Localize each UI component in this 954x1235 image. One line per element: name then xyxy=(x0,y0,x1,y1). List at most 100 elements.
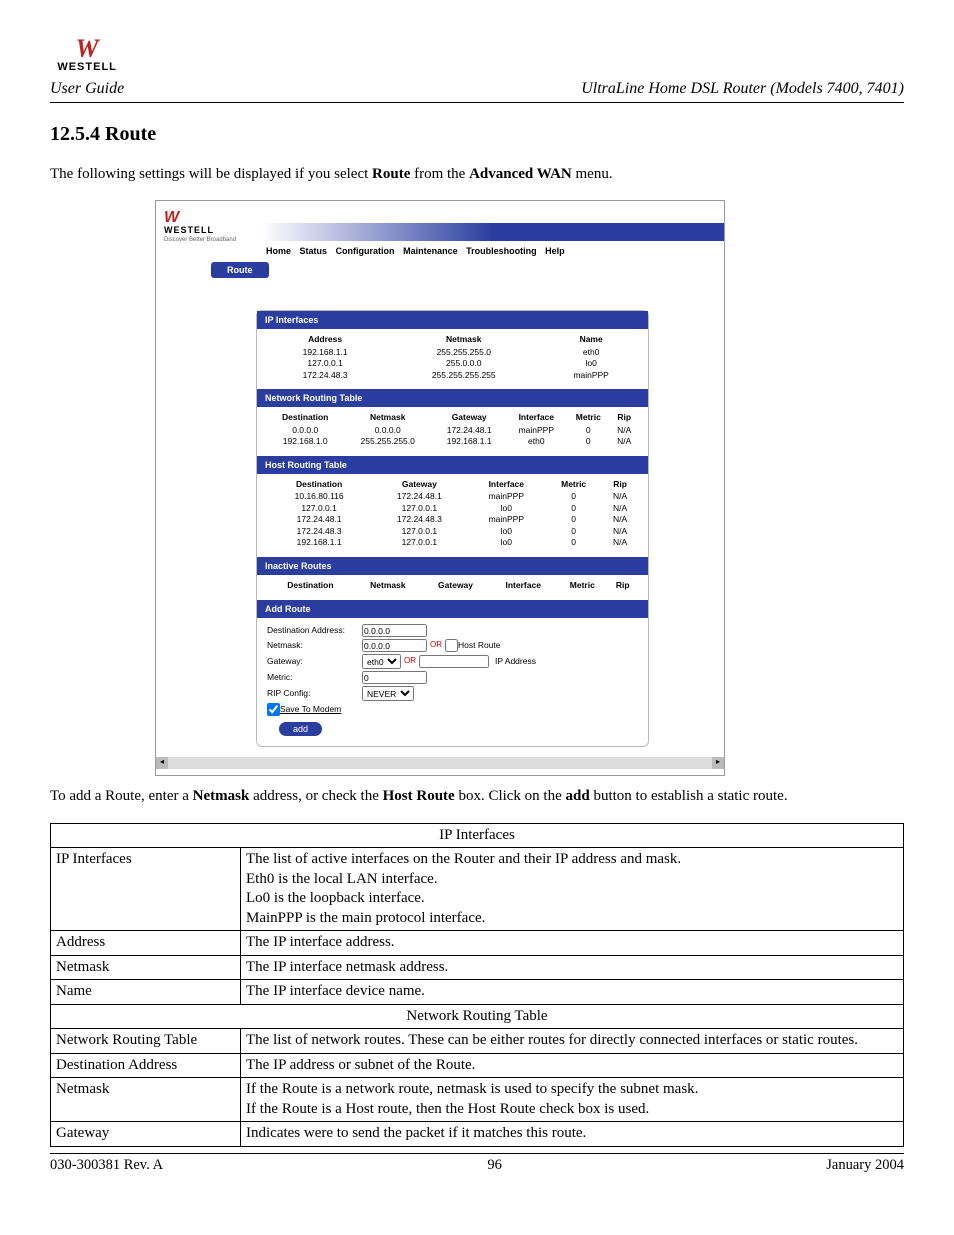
table-row: 192.168.1.0255.255.255.0192.168.1.1eth00… xyxy=(267,436,638,447)
ss-logo-swoosh-icon: W xyxy=(164,212,236,223)
ss-tab-route[interactable]: Route xyxy=(211,262,269,278)
after-paragraph: To add a Route, enter a Netmask address,… xyxy=(50,786,904,806)
table-row: 127.0.0.1255.0.0.0lo0 xyxy=(267,358,638,369)
ss-logo-brand: WESTELL xyxy=(164,224,236,236)
table-row: 127.0.0.1127.0.0.1lo00N/A xyxy=(267,503,638,514)
rip-select[interactable]: NEVER xyxy=(362,686,414,701)
footer-right: January 2004 xyxy=(826,1156,904,1176)
ipaddress-input[interactable] xyxy=(419,655,489,668)
nrt-header: Network Routing Table xyxy=(257,389,648,407)
intro-bold-menu: Advanced WAN xyxy=(469,166,572,182)
ip-interfaces-table: Address Netmask Name 192.168.1.1255.255.… xyxy=(267,333,638,381)
add-route-body: Destination Address: Netmask: OR Host Ro… xyxy=(257,618,648,746)
ip-interfaces-body: Address Netmask Name 192.168.1.1255.255.… xyxy=(257,329,648,389)
ss-panel: IP Interfaces Address Netmask Name 192.1… xyxy=(256,310,649,747)
table-row: 172.24.48.3127.0.0.1lo00N/A xyxy=(267,526,638,537)
netmask-label: Netmask: xyxy=(267,640,362,651)
hrt-table: DestinationGatewayInterfaceMetricRip 10.… xyxy=(267,478,638,549)
page-footer: 030-300381 Rev. A 96 January 2004 xyxy=(50,1153,904,1176)
logo-brand: WESTELL xyxy=(57,60,117,75)
after-post: button to establish a static route. xyxy=(590,788,788,804)
ss-nav: Home Status Configuration Maintenance Tr… xyxy=(266,245,571,257)
nav-maintenance[interactable]: Maintenance xyxy=(403,246,458,256)
after-b2: Host Route xyxy=(383,788,455,804)
table-row: 192.168.1.1255.255.255.0eth0 xyxy=(267,347,638,358)
after-mid2: box. Click on the xyxy=(455,788,566,804)
ss-scrollbar[interactable]: ◂ ▸ xyxy=(156,757,724,769)
page-header: W WESTELL User Guide UltraLine Home DSL … xyxy=(50,40,904,103)
intro-bold-route: Route xyxy=(372,166,410,182)
desc-h2: Network Routing Table xyxy=(51,1004,904,1029)
table-row: NetmaskThe IP interface netmask address. xyxy=(51,955,904,980)
netmask-input[interactable] xyxy=(362,639,427,652)
nrt-body: DestinationNetmaskGatewayInterfaceMetric… xyxy=(257,407,648,455)
add-button[interactable]: add xyxy=(279,722,322,736)
dest-input[interactable] xyxy=(362,624,427,637)
table-row: 192.168.1.1127.0.0.1lo00N/A xyxy=(267,537,638,548)
ss-logo-tagline: Discover Better Broadband xyxy=(164,236,236,244)
metric-input[interactable] xyxy=(362,671,427,684)
gateway-label: Gateway: xyxy=(267,656,362,667)
table-row: 172.24.48.3255.255.255.255mainPPP xyxy=(267,370,638,381)
or-label-1: OR xyxy=(430,640,442,651)
inactive-body: DestinationNetmaskGatewayInterfaceMetric… xyxy=(257,575,648,600)
or-label-2: OR xyxy=(404,656,416,667)
after-pre: To add a Route, enter a xyxy=(50,788,193,804)
table-row: NetmaskIf the Route is a network route, … xyxy=(51,1078,904,1122)
nav-configuration[interactable]: Configuration xyxy=(336,246,395,256)
nav-status[interactable]: Status xyxy=(300,246,328,256)
table-row: NameThe IP interface device name. xyxy=(51,980,904,1005)
intro-pre: The following settings will be displayed… xyxy=(50,166,372,182)
nav-help[interactable]: Help xyxy=(545,246,565,256)
intro-post: menu. xyxy=(572,166,613,182)
table-row: AddressThe IP interface address. xyxy=(51,931,904,956)
scroll-right-icon[interactable]: ▸ xyxy=(712,757,724,769)
hostroute-label: Host Route xyxy=(458,640,501,651)
router-screenshot: W WESTELL Discover Better Broadband Home… xyxy=(155,200,725,776)
nav-home[interactable]: Home xyxy=(266,246,291,256)
footer-page: 96 xyxy=(487,1156,502,1176)
hrt-body: DestinationGatewayInterfaceMetricRip 10.… xyxy=(257,474,648,557)
header-left: W WESTELL User Guide xyxy=(50,40,124,100)
hostroute-checkbox[interactable] xyxy=(445,639,458,652)
table-row: GatewayIndicates were to send the packet… xyxy=(51,1122,904,1147)
after-b1: Netmask xyxy=(193,788,250,804)
inactive-header: Inactive Routes xyxy=(257,557,648,575)
metric-label: Metric: xyxy=(267,672,362,683)
ss-topbar: W WESTELL Discover Better Broadband xyxy=(156,201,724,246)
footer-left: 030-300381 Rev. A xyxy=(50,1156,163,1176)
table-row: 0.0.0.00.0.0.0172.24.48.1mainPPP0N/A xyxy=(267,425,638,436)
nrt-table: DestinationNetmaskGatewayInterfaceMetric… xyxy=(267,411,638,447)
rip-label: RIP Config: xyxy=(267,688,362,699)
table-row: Destination AddressThe IP address or sub… xyxy=(51,1053,904,1078)
dest-label: Destination Address: xyxy=(267,625,362,636)
user-guide-label: User Guide xyxy=(50,78,124,100)
after-b3: add xyxy=(566,788,590,804)
table-row: IP InterfacesThe list of active interfac… xyxy=(51,848,904,931)
col-name: Name xyxy=(544,333,638,346)
desc-h1: IP Interfaces xyxy=(51,823,904,848)
save-modem-label[interactable]: Save To Modem xyxy=(280,704,341,715)
section-heading: 12.5.4 Route xyxy=(50,121,904,148)
ipaddress-label: IP Address xyxy=(495,656,536,667)
save-modem-checkbox[interactable] xyxy=(267,703,280,716)
inactive-table: DestinationNetmaskGatewayInterfaceMetric… xyxy=(267,579,638,592)
col-netmask: Netmask xyxy=(383,333,544,346)
scroll-left-icon[interactable]: ◂ xyxy=(156,757,168,769)
westell-logo: W WESTELL xyxy=(50,40,124,75)
col-address: Address xyxy=(267,333,383,346)
intro-mid: from the xyxy=(410,166,469,182)
ss-gradient-banner xyxy=(261,223,724,241)
add-route-header: Add Route xyxy=(257,600,648,618)
gateway-select[interactable]: eth0 xyxy=(362,654,401,669)
intro-paragraph: The following settings will be displayed… xyxy=(50,164,904,184)
after-mid1: address, or check the xyxy=(249,788,382,804)
nav-troubleshooting[interactable]: Troubleshooting xyxy=(466,246,537,256)
logo-swoosh-icon: W xyxy=(76,40,99,58)
table-row: 172.24.48.1172.24.48.3mainPPP0N/A xyxy=(267,514,638,525)
table-row: 10.16.80.116172.24.48.1mainPPP0N/A xyxy=(267,491,638,502)
description-table: IP Interfaces IP InterfacesThe list of a… xyxy=(50,823,904,1147)
header-right: UltraLine Home DSL Router (Models 7400, … xyxy=(581,78,904,100)
table-row: Network Routing TableThe list of network… xyxy=(51,1029,904,1054)
ip-interfaces-header: IP Interfaces xyxy=(257,311,648,329)
